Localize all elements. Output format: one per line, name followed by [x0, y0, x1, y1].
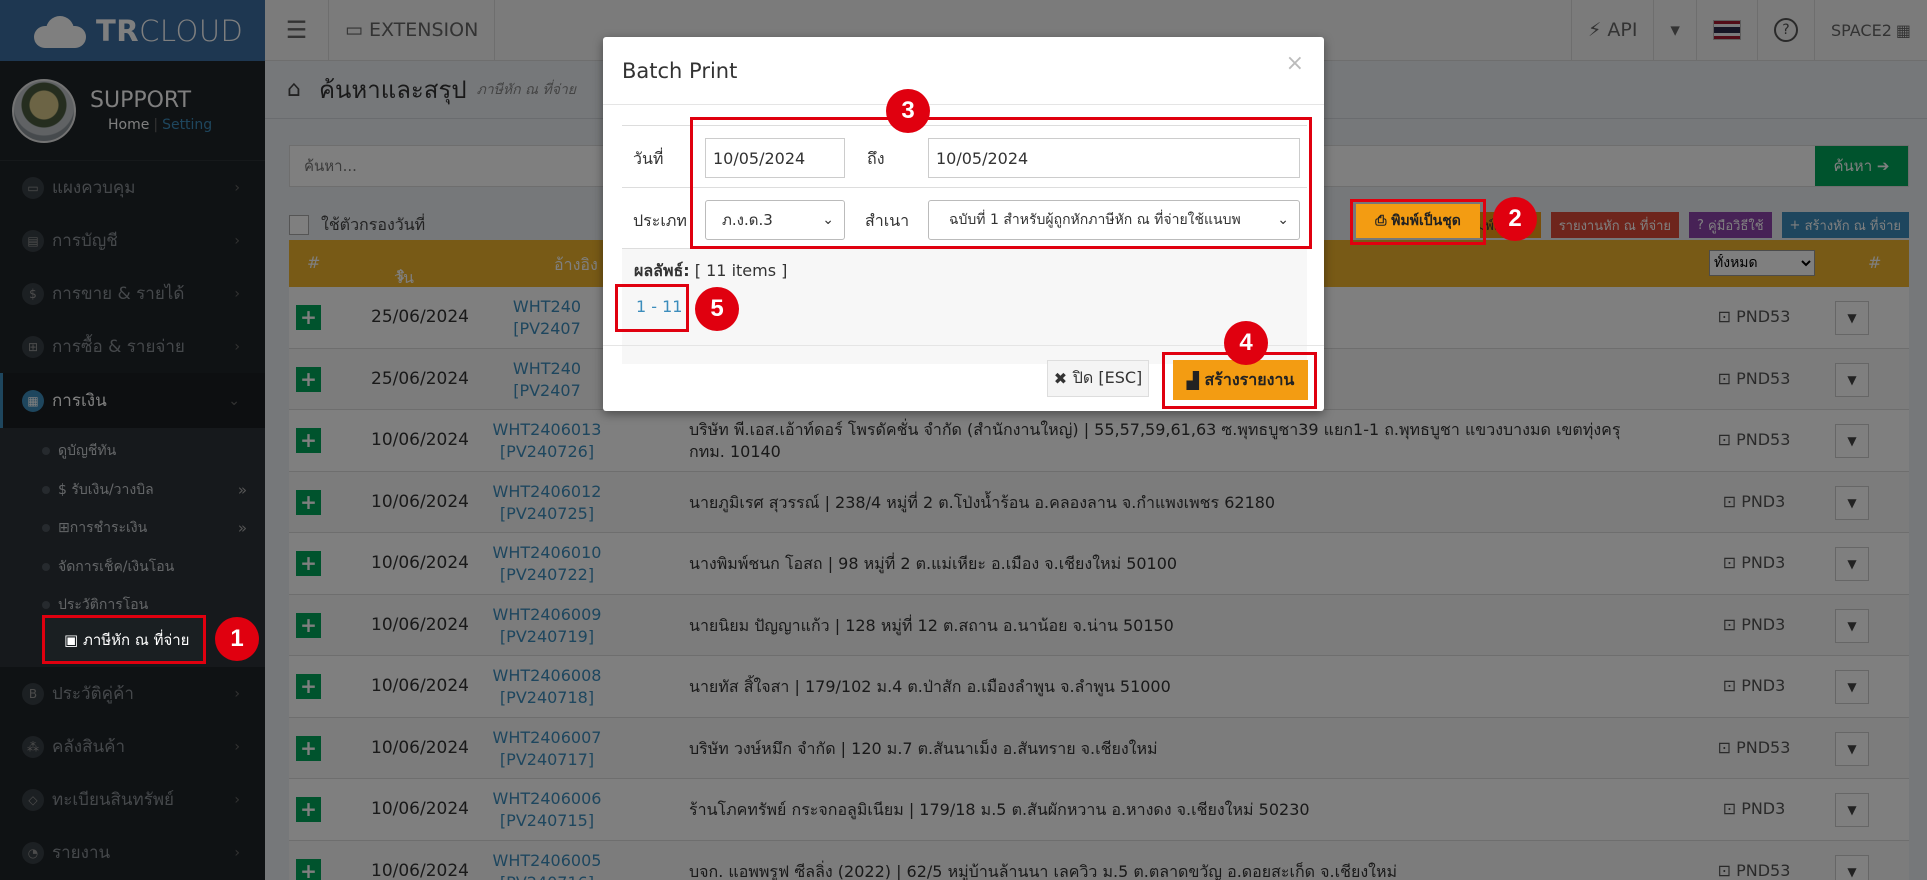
- x-icon: ✖: [1053, 369, 1073, 388]
- annotation-marker-1: 1: [215, 617, 259, 661]
- marker-label: 4: [1239, 329, 1253, 356]
- annotation-marker-5: 5: [695, 287, 739, 331]
- results-summary: ผลลัพธ์: [ 11 items ]: [634, 259, 787, 284]
- marker-label: 5: [710, 295, 724, 322]
- annotation-marker-2: 2: [1493, 197, 1537, 241]
- type-label: ประเภท: [633, 211, 687, 230]
- annotation-box-5: [615, 284, 689, 332]
- results-label: ผลลัพธ์:: [634, 261, 690, 280]
- annotation-marker-3: 3: [886, 89, 930, 133]
- close-icon[interactable]: ×: [1286, 51, 1304, 76]
- annotation-box-1: [42, 615, 206, 664]
- close-button[interactable]: ✖ ปิด [ESC]: [1047, 360, 1149, 397]
- date-label: วันที่: [633, 149, 664, 168]
- annotation-marker-4: 4: [1224, 321, 1268, 365]
- annotation-box-2: [1350, 199, 1486, 245]
- modal-header: Batch Print: [603, 37, 1324, 105]
- marker-label: 1: [230, 625, 244, 652]
- close-button-label: ปิด [ESC]: [1072, 368, 1143, 387]
- modal-title: Batch Print: [622, 58, 738, 83]
- marker-label: 2: [1508, 205, 1522, 232]
- marker-label: 3: [901, 97, 915, 124]
- results-count: [ 11 items ]: [694, 261, 788, 280]
- annotation-box-3: [690, 117, 1312, 249]
